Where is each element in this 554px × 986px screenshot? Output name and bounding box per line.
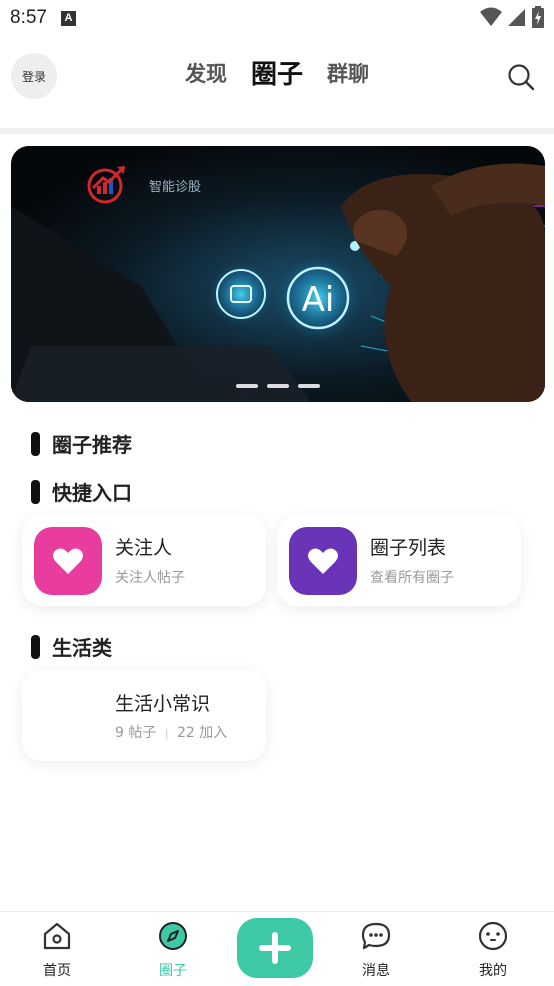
nav-messages[interactable]: 消息 <box>336 920 416 980</box>
tab-discover[interactable]: 发现 <box>185 58 227 91</box>
stats-separator: | <box>164 727 169 740</box>
section-life: 生活类 <box>31 632 112 661</box>
nav-circles[interactable]: 圈子 <box>133 920 213 980</box>
chat-icon <box>361 922 391 950</box>
card-title: 关注人 <box>115 537 173 559</box>
card-subtitle: 查看所有圈子 <box>370 570 454 586</box>
banner-caption: 智能诊股 <box>149 180 202 195</box>
circle-card-life-tips[interactable]: 生活小常识 9 帖子 | 22 加入 <box>22 670 266 761</box>
header-tabs: 发现 圈子 群聊 <box>0 58 554 91</box>
circle-name: 生活小常识 <box>115 693 211 715</box>
top-nav: 登录 发现 圈子 群聊 <box>0 44 554 110</box>
battery-icon <box>532 6 544 28</box>
nav-divider <box>0 128 554 134</box>
section-marker <box>31 479 40 504</box>
compass-icon <box>159 922 187 950</box>
home-icon <box>43 922 71 950</box>
section-title: 快捷入口 <box>52 481 132 505</box>
face-icon <box>478 921 508 951</box>
card-title: 圈子列表 <box>370 537 447 559</box>
nav-home[interactable]: 首页 <box>17 920 97 980</box>
plus-icon <box>259 932 291 964</box>
nav-profile[interactable]: 我的 <box>453 920 533 980</box>
section-title: 生活类 <box>52 636 112 660</box>
circle-join-count: 22 加入 <box>176 725 228 741</box>
create-post-button[interactable] <box>237 918 313 978</box>
brand-logo-icon <box>87 166 125 204</box>
shortcut-follow-card[interactable]: 关注人 关注人帖子 <box>22 515 266 606</box>
signal-icon <box>508 9 525 26</box>
banner-indicator <box>236 384 320 388</box>
bottom-nav: 首页 圈子 消息 我的 <box>0 911 554 986</box>
banner-dot[interactable] <box>236 384 258 388</box>
banner-dot[interactable] <box>298 384 320 388</box>
search-icon[interactable] <box>506 62 536 92</box>
nav-label: 我的 <box>479 963 507 979</box>
tab-circles[interactable]: 圈子 <box>251 54 303 91</box>
wifi-icon <box>480 7 502 26</box>
heart-icon <box>34 527 102 595</box>
tab-group-chat[interactable]: 群聊 <box>327 58 369 91</box>
banner-dot[interactable] <box>267 384 289 388</box>
nav-label: 首页 <box>43 963 71 979</box>
section-marker <box>31 431 40 456</box>
section-title: 圈子推荐 <box>52 433 132 457</box>
status-bar: 8:57 A <box>0 0 554 36</box>
section-shortcuts: 快捷入口 <box>31 477 132 506</box>
status-indicators <box>480 6 544 28</box>
card-subtitle: 关注人帖子 <box>115 570 185 586</box>
nav-label: 圈子 <box>159 963 187 979</box>
heart-icon <box>289 527 357 595</box>
status-time: 8:57 <box>10 7 47 28</box>
section-recommend: 圈子推荐 <box>31 429 132 458</box>
nav-label: 消息 <box>362 963 390 979</box>
circle-stats: 9 帖子 | 22 加入 <box>115 722 227 742</box>
banner-ai-text: Ai <box>302 280 335 320</box>
shortcut-circle-list-card[interactable]: 圈子列表 查看所有圈子 <box>277 515 521 606</box>
banner-carousel[interactable]: Ai 智能诊股 <box>11 146 545 402</box>
circle-post-count: 9 帖子 <box>115 725 157 741</box>
notification-icon: A <box>60 10 76 26</box>
section-marker <box>31 634 40 659</box>
